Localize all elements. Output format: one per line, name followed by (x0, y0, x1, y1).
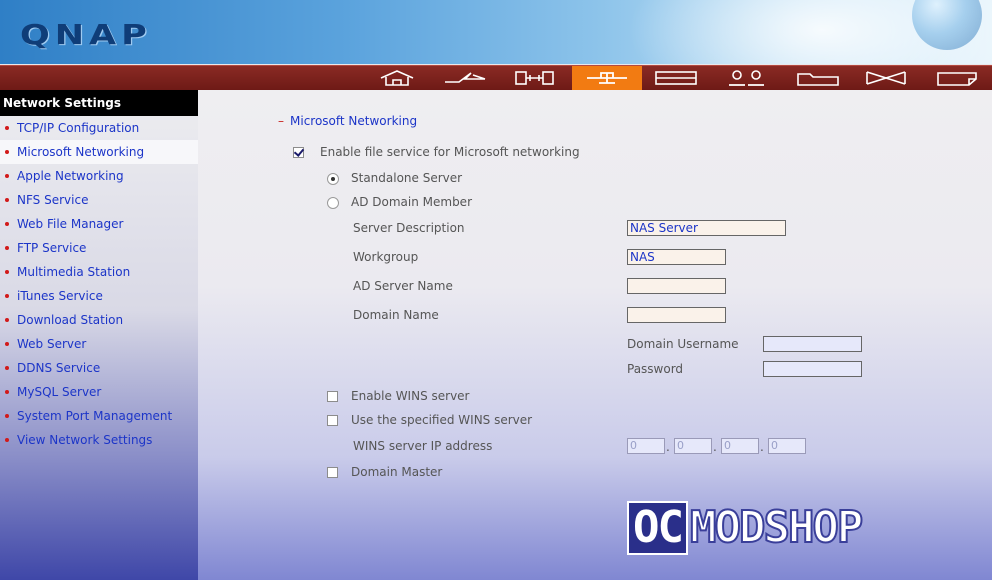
sidebar-item-web-server[interactable]: Web Server (0, 332, 198, 356)
section-title: – Microsoft Networking (278, 114, 417, 128)
qnap-logo: QNAP (20, 18, 152, 51)
wins-ip-octet-1[interactable]: 0 (627, 438, 665, 454)
sidebar-item-view-network[interactable]: View Network Settings (0, 428, 198, 452)
home-icon[interactable] (364, 66, 430, 90)
enable-file-service-checkbox[interactable] (293, 147, 304, 158)
network-icon[interactable] (572, 66, 642, 90)
server-description-label: Server Description (353, 221, 465, 235)
storage-icon[interactable] (643, 66, 709, 90)
sidebar: Network Settings TCP/IP Configuration Mi… (0, 90, 198, 580)
domain-master-label: Domain Master (351, 465, 443, 479)
sidebar-item-multimedia[interactable]: Multimedia Station (0, 260, 198, 284)
sidebar-item-port-management[interactable]: System Port Management (0, 404, 198, 428)
lightning-icon[interactable] (432, 66, 498, 90)
watermark-modshop: MODSHOP (689, 502, 864, 554)
users-icon[interactable] (714, 66, 780, 90)
collapse-dash-icon[interactable]: – (278, 114, 284, 128)
domain-username-label: Domain Username (627, 337, 739, 351)
sidebar-item-nfs[interactable]: NFS Service (0, 188, 198, 212)
sidebar-item-web-file-manager[interactable]: Web File Manager (0, 212, 198, 236)
ip-dot: . (760, 440, 764, 454)
wins-ip-octet-4[interactable]: 0 (768, 438, 806, 454)
domain-master-checkbox[interactable] (327, 467, 338, 478)
ad-server-name-label: AD Server Name (353, 279, 453, 293)
section-title-text: Microsoft Networking (290, 114, 418, 128)
ip-dot: . (666, 440, 670, 454)
wins-ip-label: WINS server IP address (353, 439, 493, 453)
sidebar-item-ddns[interactable]: DDNS Service (0, 356, 198, 380)
sidebar-item-mysql[interactable]: MySQL Server (0, 380, 198, 404)
wins-ip-octet-2[interactable]: 0 (674, 438, 712, 454)
ad-server-name-input[interactable] (627, 278, 726, 294)
use-specified-wins-checkbox[interactable] (327, 415, 338, 426)
header-banner: QNAP (0, 0, 992, 64)
main-nav-bar (0, 65, 992, 91)
domain-name-input[interactable] (627, 307, 726, 323)
watermark-oc: OC (627, 501, 688, 555)
sidebar-item-ftp[interactable]: FTP Service (0, 236, 198, 260)
enable-file-service-label: Enable file service for Microsoft networ… (320, 145, 580, 159)
domain-name-label: Domain Name (353, 308, 439, 322)
use-specified-wins-label: Use the specified WINS server (351, 413, 533, 427)
document-icon[interactable] (924, 66, 990, 90)
main-content: – Microsoft Networking Enable file servic… (198, 90, 992, 580)
sidebar-item-download-station[interactable]: Download Station (0, 308, 198, 332)
sidebar-item-microsoft-networking[interactable]: Microsoft Networking (0, 140, 198, 164)
sidebar-item-tcpip[interactable]: TCP/IP Configuration (0, 116, 198, 140)
sidebar-item-itunes[interactable]: iTunes Service (0, 284, 198, 308)
password-label: Password (627, 362, 684, 376)
folder-icon[interactable] (785, 66, 851, 90)
enable-wins-checkbox[interactable] (327, 391, 338, 402)
watermark: OC MODSHOP (627, 501, 864, 555)
domain-username-input[interactable] (763, 336, 862, 352)
connector-icon[interactable] (502, 66, 568, 90)
standalone-server-label: Standalone Server (351, 171, 463, 185)
enable-wins-label: Enable WINS server (351, 389, 470, 403)
password-input[interactable] (763, 361, 862, 377)
wins-ip-octet-3[interactable]: 0 (721, 438, 759, 454)
workgroup-label: Workgroup (353, 250, 419, 264)
workgroup-input[interactable]: NAS (627, 249, 726, 265)
bowtie-icon[interactable] (853, 66, 919, 90)
ip-dot: . (713, 440, 717, 454)
standalone-server-radio[interactable] (327, 173, 339, 185)
server-description-input[interactable]: NAS Server (627, 220, 786, 236)
sidebar-item-apple-networking[interactable]: Apple Networking (0, 164, 198, 188)
ad-domain-member-radio[interactable] (327, 197, 339, 209)
ad-domain-member-label: AD Domain Member (351, 195, 473, 209)
sidebar-title: Network Settings (0, 90, 198, 116)
